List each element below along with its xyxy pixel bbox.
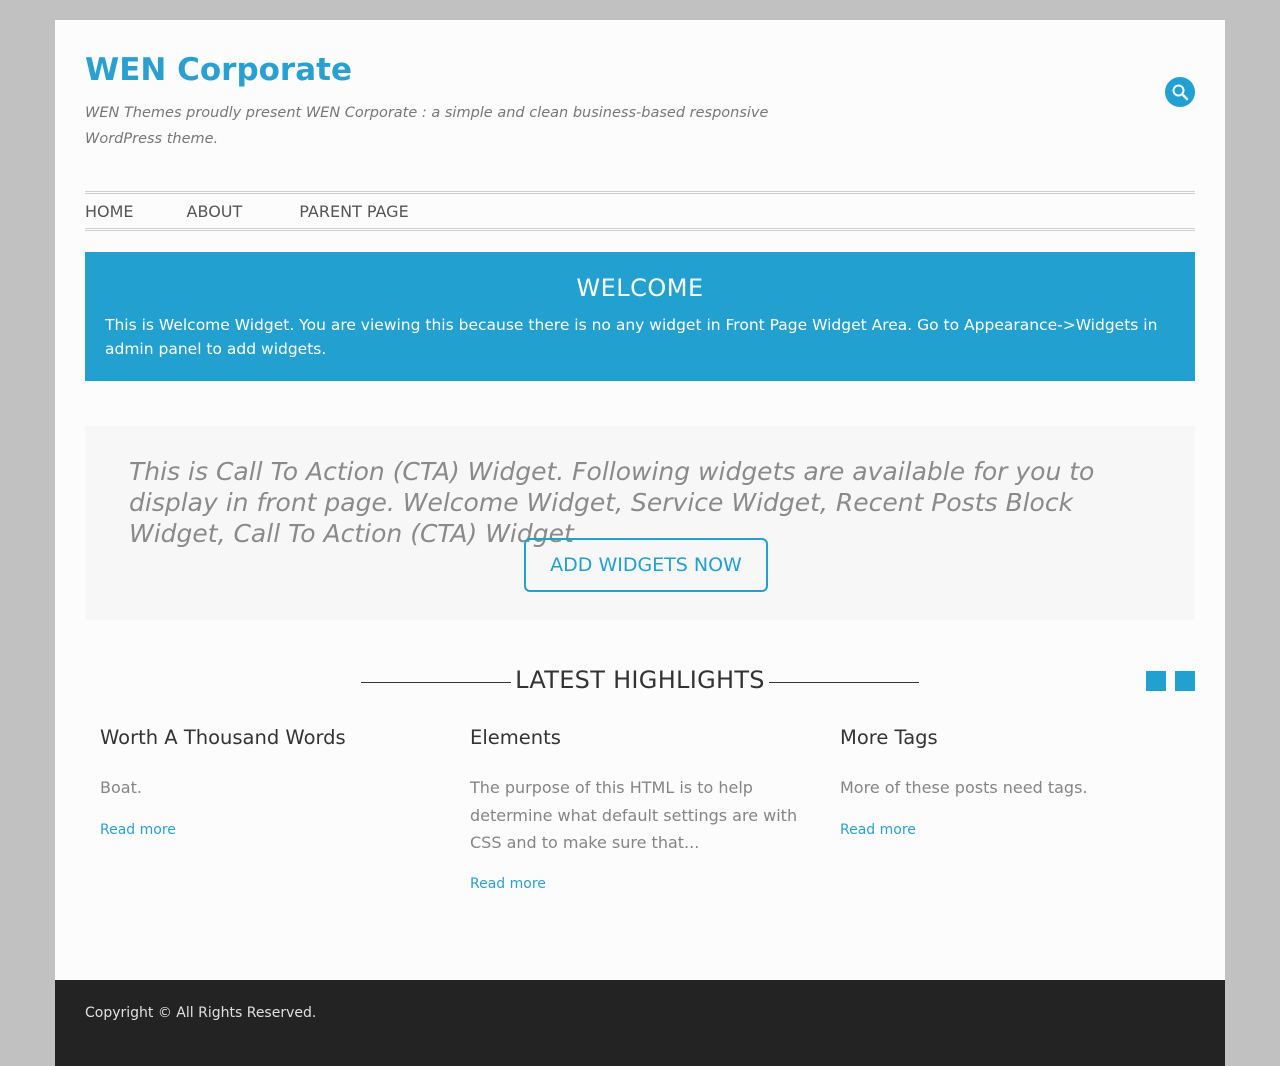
cta-text: This is Call To Action (CTA) Widget. Fol…	[129, 457, 1095, 548]
highlight-post: Worth A Thousand Words Boat. Read more	[100, 726, 440, 838]
post-title[interactable]: Elements	[470, 726, 810, 749]
nav-item-parent-page[interactable]: PARENT PAGE	[299, 202, 408, 221]
search-icon	[1172, 84, 1189, 101]
slider-prev-button[interactable]	[1146, 671, 1166, 691]
welcome-widget: WELCOME This is Welcome Widget. You are …	[85, 252, 1195, 381]
post-title[interactable]: Worth A Thousand Words	[100, 726, 440, 749]
post-excerpt: The purpose of this HTML is to help dete…	[470, 778, 798, 852]
nav-item-about[interactable]: ABOUT	[187, 202, 243, 221]
read-more-link[interactable]: Read more	[470, 876, 546, 892]
post-excerpt: More of these posts need tags.	[840, 778, 1088, 797]
post-excerpt: Boat.	[100, 778, 142, 797]
welcome-title: WELCOME	[576, 274, 704, 302]
main-navigation: HOME ABOUT PARENT PAGE	[85, 191, 1195, 231]
page-container: WEN Corporate WEN Themes proudly present…	[55, 20, 1225, 1066]
read-more-link[interactable]: Read more	[100, 822, 176, 838]
site-footer: Copyright © All Rights Reserved.	[55, 980, 1225, 1066]
read-more-link[interactable]: Read more	[840, 822, 916, 838]
site-title[interactable]: WEN Corporate	[85, 52, 352, 88]
slider-next-button[interactable]	[1175, 671, 1195, 691]
search-button[interactable]	[1165, 77, 1195, 107]
highlight-post: More Tags More of these posts need tags.…	[840, 726, 1180, 838]
welcome-text: This is Welcome Widget. You are viewing …	[105, 316, 1158, 358]
cta-widget: This is Call To Action (CTA) Widget. Fol…	[85, 426, 1195, 620]
copyright-text: Copyright © All Rights Reserved.	[85, 1005, 317, 1021]
highlight-post: Elements The purpose of this HTML is to …	[470, 726, 810, 892]
highlights-divider-right	[769, 682, 919, 683]
nav-item-home[interactable]: HOME	[85, 202, 134, 221]
add-widgets-button[interactable]: ADD WIDGETS NOW	[524, 538, 768, 592]
highlights-title: LATEST HIGHLIGHTS	[515, 666, 765, 694]
site-tagline: WEN Themes proudly present WEN Corporate…	[85, 105, 769, 147]
post-title[interactable]: More Tags	[840, 726, 1180, 749]
